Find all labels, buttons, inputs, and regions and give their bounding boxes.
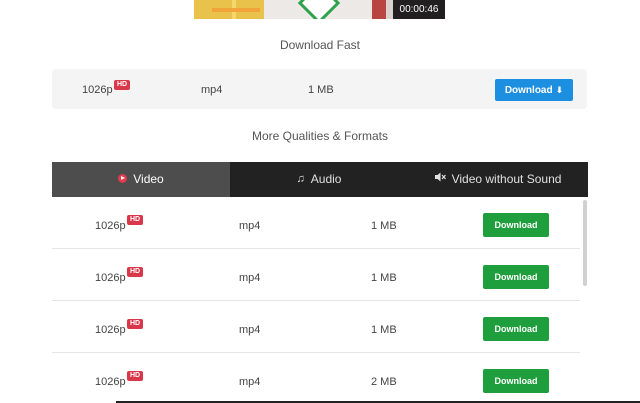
video-duration: 00:00:46 — [393, 0, 445, 19]
row-quality: 1026p — [95, 324, 126, 336]
fast-size: 1 MB — [308, 84, 334, 96]
download-arrow-icon: ⬇ — [555, 85, 564, 95]
video-thumbnail[interactable]: 00:00:46 — [194, 0, 445, 19]
download-button[interactable]: Download — [483, 317, 549, 341]
tab-audio-label: Audio — [310, 172, 342, 186]
tab-video-without-sound[interactable]: Video without Sound — [408, 162, 588, 197]
tab-video[interactable]: Video — [52, 162, 230, 197]
row-quality: 1026p — [95, 272, 126, 284]
row-format: mp4 — [239, 376, 261, 388]
hd-badge: HD — [127, 319, 144, 329]
format-tabs: Video ♫ Audio Video without Sound — [52, 162, 588, 197]
play-circle-icon — [118, 174, 128, 184]
list-item: 1026p HD mp4 2 MB Download — [52, 353, 580, 403]
more-formats-title: More Qualities & Formats — [251, 129, 389, 143]
video-format-list: 1026p HD mp4 1 MB Download 1026p HD mp4 … — [52, 197, 588, 403]
muted-speaker-icon — [434, 162, 446, 197]
hd-badge: HD — [127, 215, 144, 225]
list-scrollbar[interactable] — [583, 200, 587, 286]
row-format: mp4 — [239, 324, 261, 336]
download-button[interactable]: Download — [483, 213, 549, 237]
thumbnail-frame-right — [372, 0, 386, 19]
list-item: 1026p HD mp4 1 MB Download — [52, 301, 580, 353]
tab-video-without-sound-label: Video without Sound — [451, 172, 562, 186]
hd-badge: HD — [127, 267, 144, 277]
row-quality: 1026p — [95, 376, 126, 388]
fast-download-label: Download — [504, 85, 553, 96]
download-button[interactable]: Download — [483, 369, 549, 393]
download-fast-title: Download Fast — [279, 38, 361, 52]
list-item: 1026p HD mp4 1 MB Download — [52, 249, 580, 301]
row-size: 1 MB — [371, 324, 397, 336]
hd-badge: HD — [114, 80, 131, 90]
tab-video-label: Video — [133, 172, 164, 186]
fast-download-button[interactable]: Download ⬇ — [495, 79, 573, 101]
music-note-icon: ♫ — [296, 173, 305, 186]
row-quality: 1026p — [95, 220, 126, 232]
list-item: 1026p HD mp4 1 MB Download — [52, 197, 580, 249]
thumbnail-frame-left — [194, 0, 264, 19]
row-size: 1 MB — [371, 272, 397, 284]
fast-download-row: 1026p HD mp4 1 MB Download ⬇ — [52, 69, 587, 109]
row-format: mp4 — [239, 220, 261, 232]
tab-audio[interactable]: ♫ Audio — [230, 162, 408, 197]
row-format: mp4 — [239, 272, 261, 284]
row-size: 2 MB — [371, 376, 397, 388]
hd-badge: HD — [127, 371, 144, 381]
fast-format: mp4 — [201, 84, 223, 96]
download-button[interactable]: Download — [483, 265, 549, 289]
download-page: 00:00:46 Download Fast 1026p HD mp4 1 MB… — [0, 0, 640, 403]
row-size: 1 MB — [371, 220, 397, 232]
fast-quality: 1026p — [82, 84, 113, 96]
